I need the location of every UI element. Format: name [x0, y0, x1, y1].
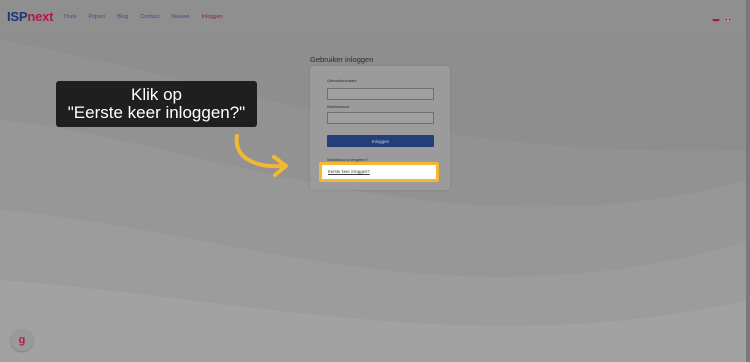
- ispnext-logo[interactable]: ISPnext: [7, 9, 53, 24]
- username-label: Gebruikersnaam: [327, 78, 357, 83]
- main-nav: Thuis Prijzen Blog Contact Nieuwe Inlogg…: [63, 14, 235, 20]
- password-input[interactable]: [327, 112, 434, 124]
- logo-text-next: next: [27, 9, 54, 24]
- top-navigation-bar: ISPnext Thuis Prijzen Blog Contact Nieuw…: [0, 0, 750, 34]
- nav-link-contact[interactable]: Contact: [140, 14, 159, 20]
- login-button[interactable]: Inloggen: [327, 135, 434, 147]
- nav-link-thuis[interactable]: Thuis: [63, 14, 76, 20]
- username-input[interactable]: [327, 88, 434, 100]
- nav-link-blog[interactable]: Blog: [117, 14, 128, 20]
- callout-line-1: Klik op: [130, 85, 183, 104]
- nav-link-prijzen[interactable]: Prijzen: [88, 14, 105, 20]
- logo-text-isp: ISP: [7, 9, 28, 24]
- instruction-callout: Klik op "Eerste keer inloggen?": [56, 81, 257, 127]
- first-login-highlight: Eerste keer inloggen?: [319, 162, 439, 182]
- nav-link-nieuwe[interactable]: Nieuwe: [171, 14, 189, 20]
- password-label: Wachtwoord: [327, 104, 350, 109]
- login-title: Gebruiker inloggen: [310, 55, 374, 64]
- scrollbar-track[interactable]: [746, 0, 750, 362]
- help-icon[interactable]: g: [11, 329, 33, 351]
- first-login-link[interactable]: Eerste keer inloggen?: [328, 169, 370, 174]
- curved-arrow-icon: [234, 134, 288, 177]
- nav-link-inloggen[interactable]: Inloggen: [202, 14, 223, 20]
- dutch-flag-icon[interactable]: [712, 14, 720, 22]
- callout-line-2: "Eerste keer inloggen?": [67, 103, 246, 122]
- uk-flag-icon[interactable]: [724, 14, 732, 22]
